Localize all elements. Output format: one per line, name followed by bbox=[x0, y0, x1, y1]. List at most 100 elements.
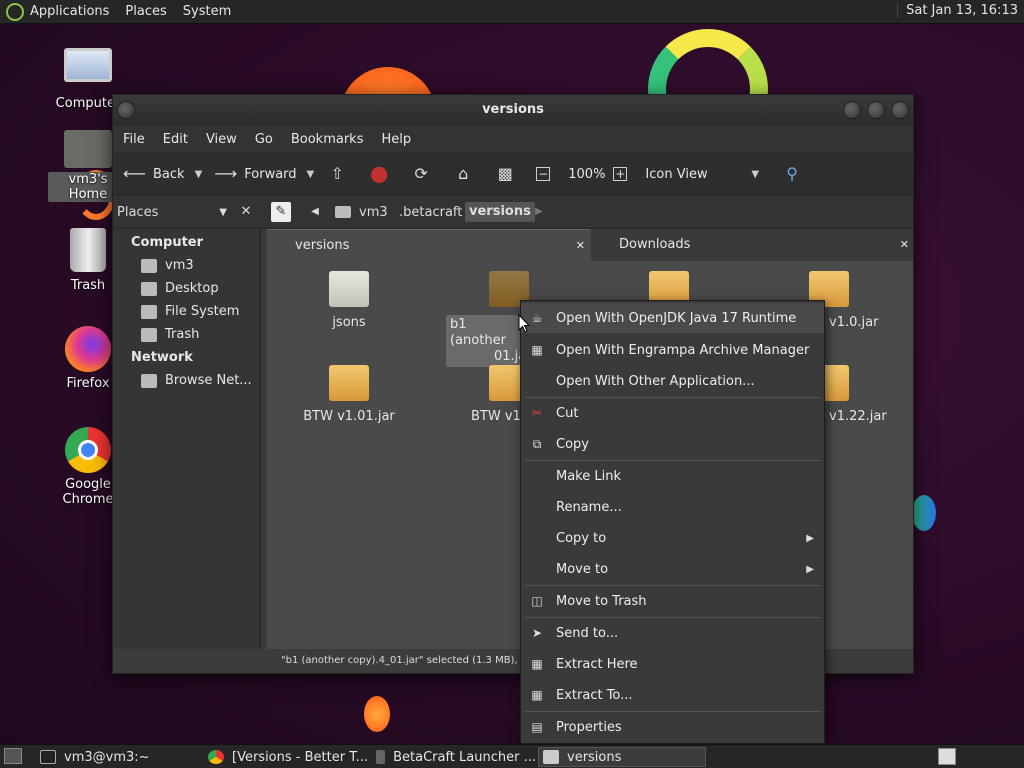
computer-icon bbox=[64, 48, 112, 82]
menu-item-label: Send to... bbox=[556, 625, 619, 641]
folder-icon bbox=[543, 750, 559, 764]
menu-item-label: Extract To... bbox=[556, 687, 633, 703]
send-icon: ➤ bbox=[531, 626, 543, 640]
sidebar-item-vm3[interactable]: vm3 bbox=[141, 258, 194, 273]
sidebar-item-trash[interactable]: Trash bbox=[141, 327, 199, 342]
sidebar-item-desktop[interactable]: Desktop bbox=[141, 281, 219, 296]
close-button[interactable] bbox=[891, 101, 909, 119]
toggle-location-entry-button[interactable]: ✎ bbox=[271, 202, 291, 222]
taskbar-item-terminal[interactable]: vm3@vm3:~ bbox=[36, 747, 198, 767]
scissors-icon: ✂ bbox=[531, 406, 543, 420]
menu-make-link[interactable]: Make Link bbox=[521, 461, 824, 491]
menu-extract-to[interactable]: ▦ Extract To... bbox=[521, 680, 824, 710]
computer-icon: ▩ bbox=[497, 164, 513, 183]
show-desktop-button[interactable] bbox=[4, 748, 22, 764]
network-icon bbox=[141, 373, 157, 388]
menu-view[interactable]: View bbox=[206, 132, 237, 147]
forward-arrow-icon: ⟶ bbox=[214, 164, 238, 183]
back-button[interactable]: ⟵ Back ▼ bbox=[123, 163, 202, 185]
minimize-button[interactable] bbox=[843, 101, 861, 119]
places-menu[interactable]: Places bbox=[125, 4, 166, 19]
back-arrow-icon: ⟵ bbox=[123, 164, 146, 183]
computer-button[interactable]: ▩ bbox=[494, 163, 524, 185]
menu-properties[interactable]: ▤ Properties bbox=[521, 712, 824, 742]
menu-help[interactable]: Help bbox=[381, 132, 411, 147]
sidebar-item-filesystem[interactable]: File System bbox=[141, 304, 239, 319]
file-item-btw101[interactable]: BTW v1.01.jar bbox=[289, 365, 409, 424]
menu-open-with-engrampa[interactable]: ▦ Open With Engrampa Archive Manager bbox=[521, 335, 824, 365]
archive-manager-icon: ▦ bbox=[531, 343, 543, 357]
menu-edit[interactable]: Edit bbox=[163, 132, 188, 147]
desktop-icon bbox=[141, 281, 157, 296]
crumb-scroll-left-icon[interactable]: ◀ bbox=[307, 202, 323, 222]
view-mode-select[interactable]: Icon View ▼ bbox=[645, 167, 759, 182]
java-icon bbox=[376, 750, 386, 764]
properties-icon: ▤ bbox=[531, 720, 543, 734]
home-folder-icon bbox=[141, 258, 157, 273]
menu-bookmarks[interactable]: Bookmarks bbox=[291, 132, 364, 147]
crumb-versions[interactable]: versions bbox=[465, 202, 535, 222]
menu-item-label: Cut bbox=[556, 405, 579, 421]
clock[interactable]: Sat Jan 13, 16:13 bbox=[897, 3, 1018, 18]
menu-item-label: Move to bbox=[556, 561, 609, 577]
window-menu-button[interactable] bbox=[117, 101, 135, 119]
menu-cut[interactable]: ✂ Cut bbox=[521, 398, 824, 428]
sidebar: Computer vm3 Desktop File System Trash N… bbox=[113, 229, 261, 649]
menu-copy-to[interactable]: Copy to ▶ bbox=[521, 523, 824, 553]
system-menu[interactable]: System bbox=[183, 4, 231, 19]
menu-copy[interactable]: ⧉ Copy bbox=[521, 429, 824, 459]
java-icon: ☕ bbox=[531, 311, 543, 325]
crumb-betacraft[interactable]: .betacraft bbox=[399, 205, 462, 220]
forward-history-dropdown-icon[interactable]: ▼ bbox=[307, 169, 315, 180]
stop-button[interactable]: ⬤ bbox=[368, 163, 398, 185]
taskbar-item-label: [Versions - Better T... bbox=[232, 749, 368, 765]
maximize-button[interactable] bbox=[867, 101, 885, 119]
mate-logo-icon[interactable] bbox=[6, 2, 24, 21]
menubar: File Edit View Go Bookmarks Help bbox=[113, 125, 913, 153]
submenu-arrow-icon: ▶ bbox=[806, 532, 814, 544]
menu-item-label: Make Link bbox=[556, 468, 621, 484]
menu-move-to[interactable]: Move to ▶ bbox=[521, 554, 824, 584]
back-history-dropdown-icon[interactable]: ▼ bbox=[195, 169, 203, 180]
menu-file[interactable]: File bbox=[123, 132, 145, 147]
window-titlebar[interactable]: versions bbox=[113, 95, 913, 125]
taskbar-item-chrome[interactable]: [Versions - Better T... bbox=[204, 747, 368, 767]
taskbar-item-versions[interactable]: versions bbox=[538, 747, 706, 767]
workspace-switcher[interactable] bbox=[938, 748, 956, 765]
crumb-vm3[interactable]: vm3 bbox=[335, 202, 388, 222]
zoom-level[interactable]: 100% bbox=[568, 167, 605, 182]
context-menu: ☕ Open With OpenJDK Java 17 Runtime ▦ Op… bbox=[520, 300, 825, 744]
sidebar-header-computer: Computer bbox=[131, 235, 204, 250]
reload-button[interactable]: ⟳ bbox=[410, 163, 440, 185]
trash-icon bbox=[70, 228, 106, 272]
taskbar-item-betacraft[interactable]: BetaCraft Launcher ... bbox=[372, 747, 536, 767]
view-mode-value: Icon View bbox=[645, 166, 708, 182]
file-item-jsons[interactable]: jsons bbox=[289, 271, 409, 330]
menu-open-with-java[interactable]: ☕ Open With OpenJDK Java 17 Runtime bbox=[521, 303, 824, 333]
applications-menu[interactable]: Applications bbox=[30, 4, 109, 19]
file-name: BTW v1.01.jar bbox=[303, 409, 395, 424]
close-tab-icon[interactable]: ✕ bbox=[900, 229, 909, 261]
forward-button[interactable]: ⟶ Forward ▼ bbox=[214, 163, 314, 185]
toolbar: ⟵ Back ▼ ⟶ Forward ▼ ⇧ ⬤ ⟳ ⌂ ▩ − 100% + … bbox=[113, 153, 913, 195]
menu-send-to[interactable]: ➤ Send to... bbox=[521, 618, 824, 648]
places-selector[interactable]: Places ▼ bbox=[117, 202, 231, 222]
menu-open-with-other[interactable]: Open With Other Application... bbox=[521, 366, 824, 396]
home-button[interactable]: ⌂ bbox=[452, 163, 482, 185]
zoom-out-button[interactable]: − bbox=[536, 167, 556, 181]
menu-rename[interactable]: Rename... bbox=[521, 492, 824, 522]
zoom-in-button[interactable]: + bbox=[613, 167, 633, 181]
close-sidebar-icon[interactable]: ✕ bbox=[235, 202, 257, 222]
search-button[interactable]: ⚲ bbox=[781, 163, 811, 185]
sidebar-item-label: Desktop bbox=[165, 281, 219, 296]
tab-versions[interactable]: versions ✕ bbox=[267, 229, 589, 261]
sidebar-item-browse-network[interactable]: Browse Net... bbox=[141, 373, 252, 388]
menu-go[interactable]: Go bbox=[255, 132, 273, 147]
menu-move-to-trash[interactable]: ◫ Move to Trash bbox=[521, 586, 824, 616]
tab-downloads[interactable]: Downloads ✕ bbox=[591, 229, 913, 261]
menu-extract-here[interactable]: ▦ Extract Here bbox=[521, 649, 824, 679]
crumb-scroll-right-icon[interactable]: ▶ bbox=[533, 202, 545, 222]
up-button[interactable]: ⇧ bbox=[326, 163, 356, 185]
back-label: Back bbox=[153, 166, 185, 182]
close-tab-icon[interactable]: ✕ bbox=[576, 230, 585, 262]
